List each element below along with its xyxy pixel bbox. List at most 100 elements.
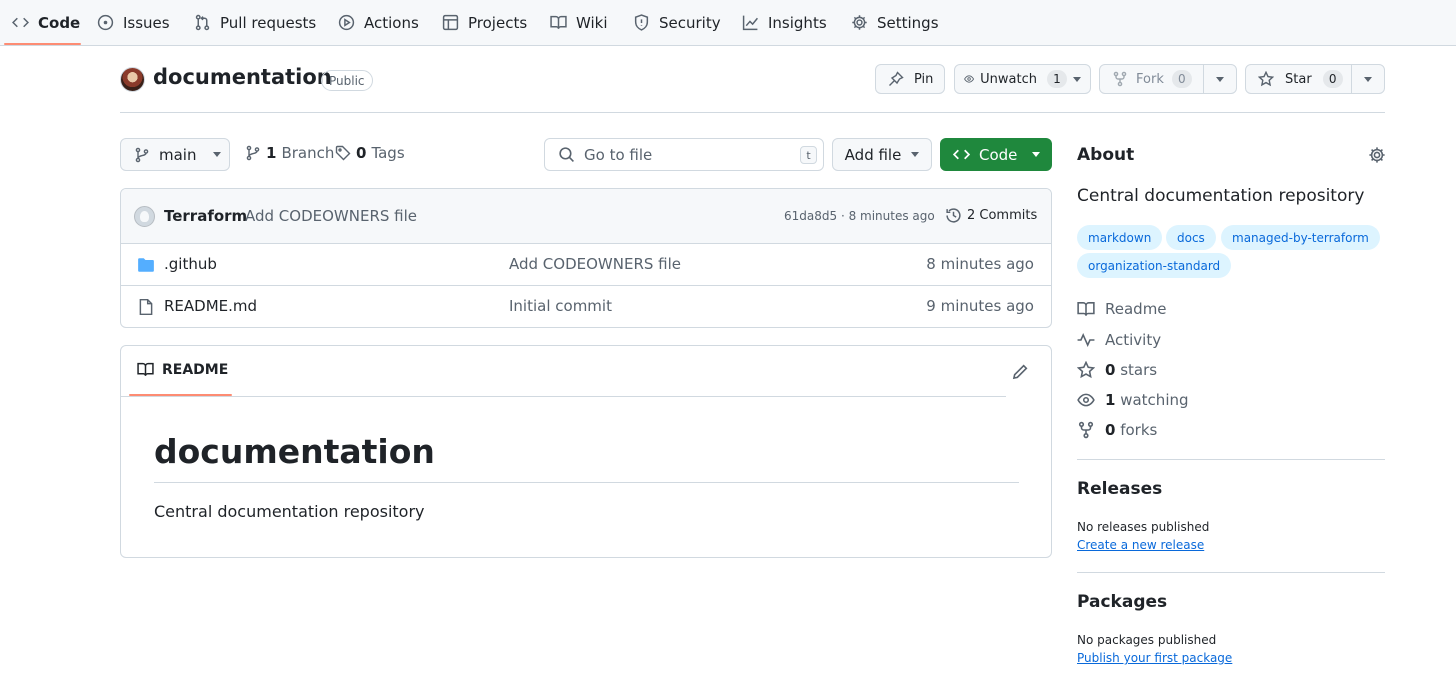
fork-label: Fork [1136, 71, 1164, 87]
add-file-label: Add file [844, 145, 902, 164]
pulse-icon [1077, 332, 1095, 348]
fork-caret-icon[interactable] [1216, 77, 1224, 82]
code-icon [12, 17, 29, 28]
unwatch-label: Unwatch [980, 71, 1037, 87]
star-button-group: Star 0 [1245, 64, 1385, 94]
branch-count: 1 [266, 144, 277, 162]
tag-count-label: Tags [371, 144, 405, 162]
topic-tag[interactable]: docs [1166, 225, 1216, 250]
file-name[interactable]: README.md [164, 297, 257, 315]
readme-panel: README documentation Central documentati… [120, 345, 1052, 558]
watch-button-group: Unwatch 1 [954, 64, 1091, 94]
create-release-link[interactable]: Create a new release [1077, 538, 1204, 552]
pin-icon [889, 71, 904, 86]
tab-label: Settings [877, 13, 939, 32]
stars-link[interactable]: 0 stars [1077, 361, 1157, 379]
header-divider [120, 112, 1385, 113]
topic-tag[interactable]: markdown [1077, 225, 1163, 250]
tab-label: Actions [364, 13, 419, 32]
publish-package-link[interactable]: Publish your first package [1077, 651, 1232, 665]
active-tab-indicator [4, 43, 81, 45]
tab-label: Security [659, 13, 721, 32]
file-commit-message[interactable]: Initial commit [509, 297, 612, 315]
owner-avatar[interactable] [120, 67, 145, 92]
go-to-file-input[interactable] [584, 145, 784, 164]
file-row[interactable]: .github Add CODEOWNERS file 8 minutes ag… [121, 244, 1051, 286]
forks-label: forks [1120, 421, 1158, 439]
tab-projects[interactable]: Projects [442, 0, 527, 45]
tab-actions[interactable]: Actions [338, 0, 419, 45]
forks-link[interactable]: 0 forks [1077, 421, 1157, 439]
star-button[interactable]: Star 0 [1246, 65, 1351, 93]
search-icon [559, 147, 574, 162]
tab-label: Pull requests [220, 13, 317, 32]
eye-icon [1077, 393, 1095, 407]
tab-code[interactable]: Code [12, 0, 80, 45]
tag-count: 0 [356, 144, 367, 162]
tag-icon [335, 145, 351, 161]
activity-link[interactable]: Activity [1077, 331, 1161, 349]
star-count: 0 [1322, 70, 1343, 88]
commit-author[interactable]: Terraform [164, 207, 247, 225]
file-commit-message[interactable]: Add CODEOWNERS file [509, 255, 681, 273]
unwatch-button[interactable]: Unwatch 1 [955, 65, 1067, 93]
star-caret-icon[interactable] [1364, 77, 1372, 82]
commits-history-link[interactable]: 2 Commits [945, 207, 1037, 224]
file-updated-time: 8 minutes ago [926, 255, 1034, 273]
graph-icon [742, 15, 758, 31]
watching-link[interactable]: 1 watching [1077, 391, 1189, 409]
watching-label: watching [1120, 391, 1189, 409]
pencil-icon [1012, 364, 1028, 380]
commit-message[interactable]: Add CODEOWNERS file [245, 207, 417, 225]
readme-link[interactable]: Readme [1077, 300, 1167, 318]
edit-about-button[interactable] [1368, 146, 1386, 164]
activity-link-label: Activity [1105, 331, 1162, 349]
commit-author-avatar[interactable] [134, 206, 155, 227]
releases-title[interactable]: Releases [1077, 479, 1162, 499]
star-divider [1351, 65, 1352, 93]
watch-caret-icon[interactable] [1073, 77, 1081, 82]
code-icon [953, 149, 970, 160]
packages-title[interactable]: Packages [1077, 592, 1167, 612]
gear-icon [1369, 147, 1385, 163]
commits-count-label: 2 Commits [967, 208, 1038, 223]
folder-icon [138, 258, 154, 272]
pin-button[interactable]: Pin [875, 64, 945, 94]
readme-divider [121, 396, 1006, 397]
tab-security[interactable]: Security [633, 0, 721, 45]
code-button[interactable]: Code [940, 138, 1052, 171]
file-icon [139, 298, 153, 316]
tab-issues[interactable]: Issues [97, 0, 170, 45]
sidebar-divider [1077, 572, 1385, 573]
readme-tab[interactable]: README [137, 361, 228, 378]
topic-tag[interactable]: organization-standard [1077, 253, 1232, 278]
play-icon [338, 14, 355, 31]
code-caret-icon [1032, 152, 1041, 157]
tab-wiki[interactable]: Wiki [550, 0, 608, 45]
branch-selector[interactable]: main [120, 138, 230, 171]
tags-link[interactable]: 0 Tags [335, 144, 405, 162]
history-icon [946, 208, 961, 223]
fork-icon [1078, 421, 1094, 439]
branch-icon [246, 145, 260, 161]
fork-button[interactable]: Fork 0 [1100, 65, 1203, 93]
branches-link[interactable]: 1 Branch [245, 144, 334, 162]
fork-button-group: Fork 0 [1099, 64, 1237, 94]
shortcut-hint: t [800, 146, 817, 164]
latest-commit-bar: Terraform Add CODEOWNERS file 61da8d5 · … [121, 189, 1051, 244]
repo-name[interactable]: documentation [153, 65, 332, 89]
code-button-label: Code [979, 145, 1018, 164]
tab-pull-requests[interactable]: Pull requests [194, 0, 316, 45]
commit-meta[interactable]: 61da8d5 · 8 minutes ago [784, 209, 935, 223]
shield-icon [634, 14, 649, 31]
tab-settings[interactable]: Settings [851, 0, 939, 45]
file-row[interactable]: README.md Initial commit 9 minutes ago [121, 286, 1051, 327]
edit-readme-button[interactable] [1012, 363, 1029, 380]
file-name[interactable]: .github [164, 255, 217, 273]
tab-insights[interactable]: Insights [742, 0, 827, 45]
add-file-button[interactable]: Add file [832, 138, 932, 171]
topic-tag[interactable]: managed-by-terraform [1221, 225, 1380, 250]
branch-name: main [159, 145, 197, 164]
pin-label: Pin [914, 71, 934, 87]
fork-divider [1203, 65, 1204, 93]
